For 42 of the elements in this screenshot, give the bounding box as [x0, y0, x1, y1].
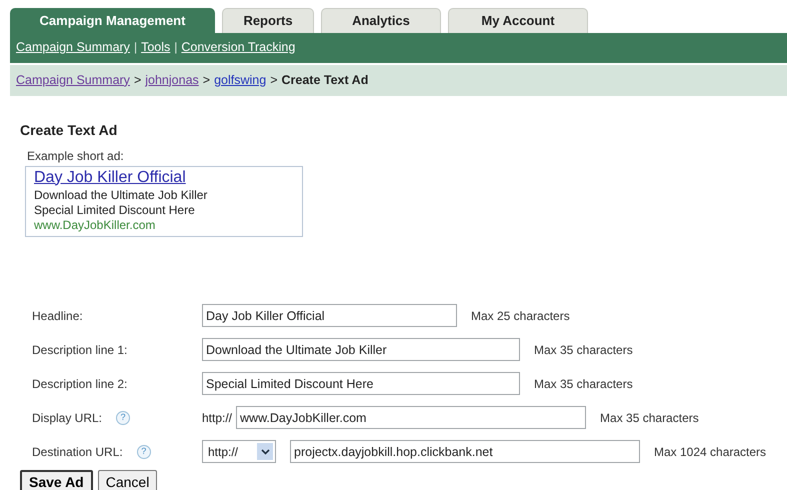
tab[interactable]: Reports [222, 8, 314, 33]
nav-link[interactable]: Tools [141, 38, 170, 57]
ad-description: Special Limited Discount Here [34, 202, 195, 216]
ad-headline[interactable]: Day Job Killer Official [34, 168, 186, 186]
char-limit-note: Max 35 characters [534, 376, 633, 392]
field-label: Display URL: [32, 410, 102, 426]
protocol-select[interactable]: http:// [202, 440, 276, 463]
tab[interactable]: Campaign Management [10, 8, 215, 33]
url-prefix: http:// [202, 410, 232, 426]
separator: | [174, 39, 178, 56]
separator: | [134, 39, 138, 56]
separator: > [134, 72, 142, 89]
dropdown-icon [257, 443, 273, 460]
char-limit-note: Max 35 characters [534, 342, 633, 358]
input-field[interactable]: www.DayJobKiller.com [236, 406, 586, 429]
breadcrumb-current: Create Text Ad [282, 72, 368, 89]
cancel-button[interactable]: Cancel [98, 470, 158, 490]
separator: > [202, 72, 210, 89]
input-field[interactable]: projectx.dayjobkill.hop.clickbank.net [290, 440, 640, 463]
field-label: Headline: [32, 308, 83, 324]
input-field[interactable]: Special Limited Discount Here [202, 372, 520, 395]
char-limit-note: Max 35 characters [600, 410, 699, 426]
save-button[interactable]: Save Ad [20, 470, 93, 490]
ad-url: www.DayJobKiller.com [34, 218, 156, 232]
nav-link[interactable]: Conversion Tracking [181, 38, 296, 57]
breadcrumb-link[interactable]: johnjonas [145, 70, 199, 90]
ad-description: Download the Ultimate Job Killer [34, 188, 208, 202]
separator: > [270, 72, 278, 89]
char-limit-note: Max 1024 characters [654, 444, 766, 460]
field-label: Destination URL: [32, 444, 123, 460]
breadcrumb-link[interactable]: Campaign Summary [16, 70, 130, 90]
example-label: Example short ad: [27, 148, 125, 164]
nav-link[interactable]: Campaign Summary [16, 38, 130, 57]
input-field[interactable]: Download the Ultimate Job Killer [202, 338, 520, 361]
breadcrumb-link[interactable]: golfswing [214, 70, 266, 90]
page-title: Create Text Ad [20, 120, 118, 140]
field-label: Description line 2: [32, 376, 128, 392]
char-limit-note: Max 25 characters [471, 308, 570, 324]
tab[interactable]: My Account [448, 8, 588, 33]
tab[interactable]: Analytics [321, 8, 441, 33]
field-label: Description line 1: [32, 342, 128, 358]
input-field[interactable]: Day Job Killer Official [202, 304, 457, 327]
